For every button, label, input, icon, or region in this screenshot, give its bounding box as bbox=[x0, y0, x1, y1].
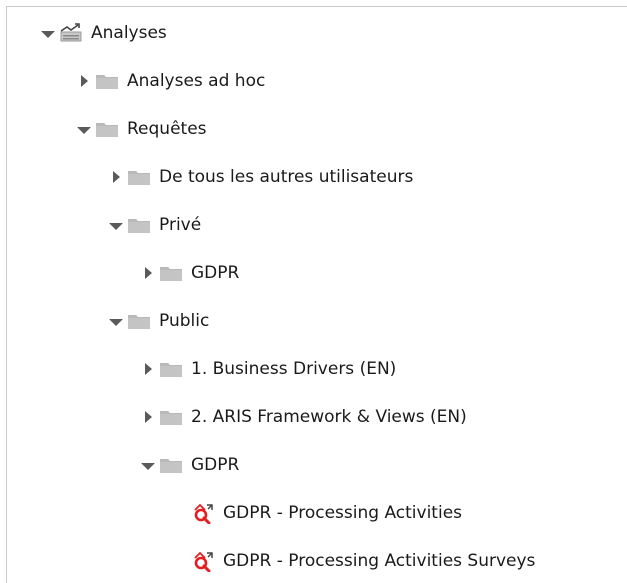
folder-icon bbox=[158, 455, 184, 475]
query-icon bbox=[190, 551, 216, 572]
expand-toggle[interactable] bbox=[108, 169, 124, 185]
tree-node-label: De tous les autres utilisateurs bbox=[159, 167, 414, 187]
tree-node-label: Privé bbox=[159, 215, 202, 235]
tree-node-query-processing-activities[interactable]: GDPR - Processing Activities bbox=[172, 498, 462, 528]
tree-node-prive[interactable]: Privé bbox=[108, 210, 201, 240]
tree-node-label: GDPR - Processing Activities Surveys bbox=[223, 551, 536, 571]
tree-node-label: 2. ARIS Framework & Views (EN) bbox=[191, 407, 467, 427]
query-icon bbox=[190, 503, 216, 524]
tree-node-ad-hoc[interactable]: Analyses ad hoc bbox=[76, 66, 265, 96]
collapse-toggle[interactable] bbox=[108, 217, 124, 233]
tree-node-requetes[interactable]: Requêtes bbox=[76, 114, 207, 144]
expand-toggle[interactable] bbox=[40, 25, 56, 41]
folder-icon bbox=[126, 167, 152, 187]
folder-icon bbox=[158, 263, 184, 283]
tree-node-business-drivers[interactable]: 1. Business Drivers (EN) bbox=[140, 354, 396, 384]
tree-node-label: Analyses ad hoc bbox=[127, 71, 266, 91]
tree-node-private-gdpr[interactable]: GDPR bbox=[140, 258, 239, 288]
analyses-icon bbox=[58, 23, 84, 43]
collapse-toggle[interactable] bbox=[140, 457, 156, 473]
expand-toggle[interactable] bbox=[76, 73, 92, 89]
folder-icon bbox=[126, 215, 152, 235]
expand-toggle[interactable] bbox=[140, 361, 156, 377]
tree-node-analyses[interactable]: Analyses bbox=[40, 18, 167, 48]
collapse-toggle[interactable] bbox=[76, 121, 92, 137]
tree-node-label: 1. Business Drivers (EN) bbox=[191, 359, 397, 379]
folder-icon bbox=[94, 119, 120, 139]
tree-node-label: Requêtes bbox=[127, 119, 207, 139]
tree-node-other-users[interactable]: De tous les autres utilisateurs bbox=[108, 162, 413, 192]
tree-node-public-gdpr[interactable]: GDPR bbox=[140, 450, 239, 480]
tree-node-aris-framework[interactable]: 2. ARIS Framework & Views (EN) bbox=[140, 402, 467, 432]
folder-icon bbox=[158, 407, 184, 427]
tree-node-query-processing-activities-surveys[interactable]: GDPR - Processing Activities Surveys bbox=[172, 546, 535, 576]
tree-node-label: Public bbox=[159, 311, 210, 331]
tree-node-label: Analyses bbox=[91, 23, 167, 43]
folder-icon bbox=[126, 311, 152, 331]
tree-node-label: GDPR - Processing Activities bbox=[223, 503, 463, 523]
collapse-toggle[interactable] bbox=[108, 313, 124, 329]
expand-toggle[interactable] bbox=[140, 409, 156, 425]
folder-icon bbox=[94, 71, 120, 91]
expand-toggle[interactable] bbox=[140, 265, 156, 281]
folder-icon bbox=[158, 359, 184, 379]
tree-node-public[interactable]: Public bbox=[108, 306, 209, 336]
tree-node-label: GDPR bbox=[191, 455, 240, 475]
tree-node-label: GDPR bbox=[191, 263, 240, 283]
